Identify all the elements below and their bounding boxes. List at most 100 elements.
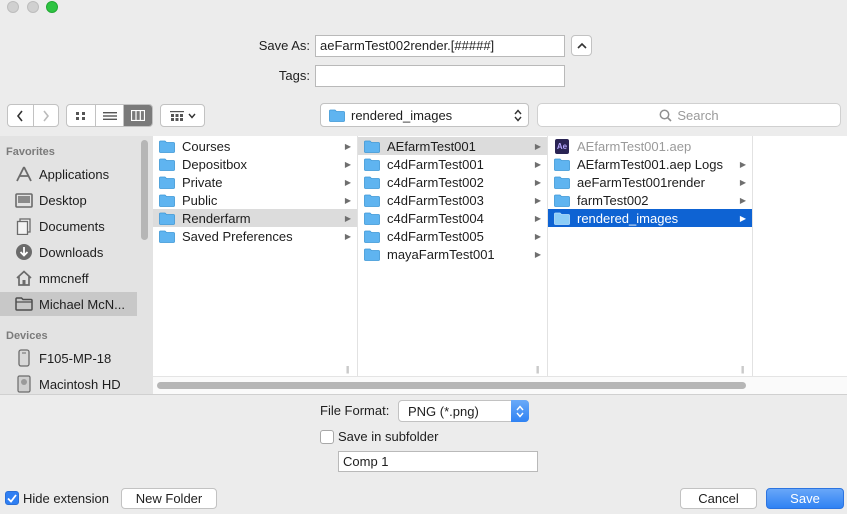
disclosure-arrow-icon: ▶ xyxy=(344,195,351,205)
favorites-header: Favorites xyxy=(6,146,55,158)
item-label: Public xyxy=(182,192,218,208)
title-bar xyxy=(0,0,847,16)
list-view-icon xyxy=(102,111,117,120)
tags-input[interactable] xyxy=(315,65,565,87)
item-label: aeFarmTest001render xyxy=(577,174,705,190)
disclosure-arrow-icon: ▶ xyxy=(344,213,351,223)
column-resize-handle[interactable]: || xyxy=(536,365,539,374)
chevron-right-icon xyxy=(43,110,49,121)
list-item-c4dfarmtest004[interactable]: c4dFarmTest004 ▶ xyxy=(358,209,547,227)
item-label: Courses xyxy=(182,138,231,154)
new-folder-button[interactable]: New Folder xyxy=(121,488,217,509)
item-label: AEfarmTest001 xyxy=(387,138,476,154)
sidebar-scrollbar[interactable] xyxy=(141,140,148,240)
list-item-mayafarmtest001[interactable]: mayaFarmTest001 ▶ xyxy=(358,245,547,263)
save-as-label: Save As: xyxy=(258,38,310,53)
item-label: c4dFarmTest002 xyxy=(387,174,484,190)
file-format-label: File Format: xyxy=(320,403,390,418)
chevron-down-icon xyxy=(187,113,196,119)
search-placeholder: Search xyxy=(677,107,719,123)
sidebar-item-label: Michael McN... xyxy=(39,296,125,312)
arrange-menu-button[interactable] xyxy=(160,104,205,127)
back-button[interactable] xyxy=(8,105,34,126)
horizontal-scrollbar-thumb[interactable] xyxy=(157,382,746,389)
list-item-aefarmtest001[interactable]: AEfarmTest001 ▶ xyxy=(358,137,547,155)
disclosure-arrow-icon: ▶ xyxy=(534,249,541,259)
sidebar-item-label: Downloads xyxy=(39,244,104,260)
column-resize-handle[interactable]: || xyxy=(741,365,744,374)
hide-extension-checkbox[interactable] xyxy=(5,491,19,505)
list-view-button[interactable] xyxy=(96,105,124,126)
sidebar-item-label: Macintosh HD xyxy=(39,376,121,392)
disclosure-arrow-icon: ▶ xyxy=(344,177,351,187)
list-item-aefarmtest001render[interactable]: aeFarmTest001render ▶ xyxy=(548,173,752,191)
location-label: rendered_images xyxy=(351,107,453,123)
close-window-button[interactable] xyxy=(7,1,19,13)
column-browser: Courses ▶ Depositbox ▶ Private ▶ Public … xyxy=(153,136,847,394)
disclosure-arrow-icon: ▶ xyxy=(534,213,541,223)
location-popup[interactable]: rendered_images xyxy=(320,103,529,127)
list-item-c4dfarmtest002[interactable]: c4dFarmTest002 ▶ xyxy=(358,173,547,191)
item-label: AEfarmTest001.aep Logs xyxy=(577,156,723,172)
folder-icon xyxy=(554,176,570,189)
subfolder-name-input[interactable]: Comp 1 xyxy=(338,451,538,472)
list-item-farmtest002[interactable]: farmTest002 ▶ xyxy=(548,191,752,209)
save-button[interactable]: Save xyxy=(766,488,844,509)
folder-icon xyxy=(159,176,175,189)
search-field[interactable]: Search xyxy=(537,103,841,127)
file-format-popup[interactable]: PNG (*.png) xyxy=(398,400,529,422)
list-item-c4dfarmtest005[interactable]: c4dFarmTest005 ▶ xyxy=(358,227,547,245)
list-item-courses[interactable]: Courses ▶ xyxy=(153,137,357,155)
sidebar-item-michael[interactable]: Michael McN... xyxy=(0,292,137,316)
tags-label: Tags: xyxy=(278,68,310,83)
sidebar-item-label: mmcneff xyxy=(39,270,89,286)
disclosure-arrow-icon: ▶ xyxy=(739,159,746,169)
sidebar-item-f105[interactable]: F105-MP-18 xyxy=(0,346,137,370)
expand-dialog-button[interactable] xyxy=(571,35,592,56)
sidebar-item-desktop[interactable]: Desktop xyxy=(0,188,137,212)
disclosure-arrow-icon: ▶ xyxy=(534,231,541,241)
save-in-subfolder-checkbox[interactable] xyxy=(320,430,334,444)
folder-icon xyxy=(14,295,34,313)
sidebar-item-mmcneff[interactable]: mmcneff xyxy=(0,266,137,290)
view-mode-control xyxy=(66,104,153,127)
disclosure-arrow-icon: ▶ xyxy=(344,141,351,151)
zoom-window-button[interactable] xyxy=(46,1,58,13)
sidebar-item-documents[interactable]: Documents xyxy=(0,214,137,238)
list-item-depositbox[interactable]: Depositbox ▶ xyxy=(153,155,357,173)
sidebar-item-label: Documents xyxy=(39,218,105,234)
sidebar-item-label: F105-MP-18 xyxy=(39,350,112,366)
column-3: Ae AEfarmTest001.aep AEfarmTest001.aep L… xyxy=(548,136,753,376)
list-item-rendered-images[interactable]: rendered_images ▶ xyxy=(548,209,752,227)
horizontal-scrollbar[interactable] xyxy=(153,376,847,394)
disclosure-arrow-icon: ▶ xyxy=(739,195,746,205)
sidebar-item-macintosh-hd[interactable]: Macintosh HD xyxy=(0,372,137,394)
column-view-button[interactable] xyxy=(124,105,152,126)
column-resize-handle[interactable]: || xyxy=(346,365,349,374)
sidebar-item-downloads[interactable]: Downloads xyxy=(0,240,137,264)
list-item-aefarmtest001-aep[interactable]: Ae AEfarmTest001.aep xyxy=(548,137,752,155)
minimize-window-button[interactable] xyxy=(27,1,39,13)
hide-extension-label: Hide extension xyxy=(23,491,109,506)
item-label: Saved Preferences xyxy=(182,228,293,244)
list-item-public[interactable]: Public ▶ xyxy=(153,191,357,209)
sidebar-item-applications[interactable]: Applications xyxy=(0,162,137,186)
item-label: Renderfarm xyxy=(182,210,251,226)
list-item-renderfarm[interactable]: Renderfarm ▶ xyxy=(153,209,357,227)
folder-icon xyxy=(364,158,380,171)
item-label: c4dFarmTest001 xyxy=(387,156,484,172)
icon-view-button[interactable] xyxy=(67,105,96,126)
chevron-up-icon xyxy=(576,42,587,49)
list-item-private[interactable]: Private ▶ xyxy=(153,173,357,191)
forward-button[interactable] xyxy=(34,105,59,126)
icon-view-icon xyxy=(76,111,85,120)
folder-icon xyxy=(329,109,345,122)
cancel-button[interactable]: Cancel xyxy=(680,488,757,509)
item-label: Private xyxy=(182,174,223,190)
list-item-saved-preferences[interactable]: Saved Preferences ▶ xyxy=(153,227,357,245)
save-as-input[interactable]: aeFarmTest002render.[#####] xyxy=(315,35,565,57)
list-item-c4dfarmtest001[interactable]: c4dFarmTest001 ▶ xyxy=(358,155,547,173)
list-item-c4dfarmtest003[interactable]: c4dFarmTest003 ▶ xyxy=(358,191,547,209)
folder-icon xyxy=(159,194,175,207)
list-item-aep-logs[interactable]: AEfarmTest001.aep Logs ▶ xyxy=(548,155,752,173)
